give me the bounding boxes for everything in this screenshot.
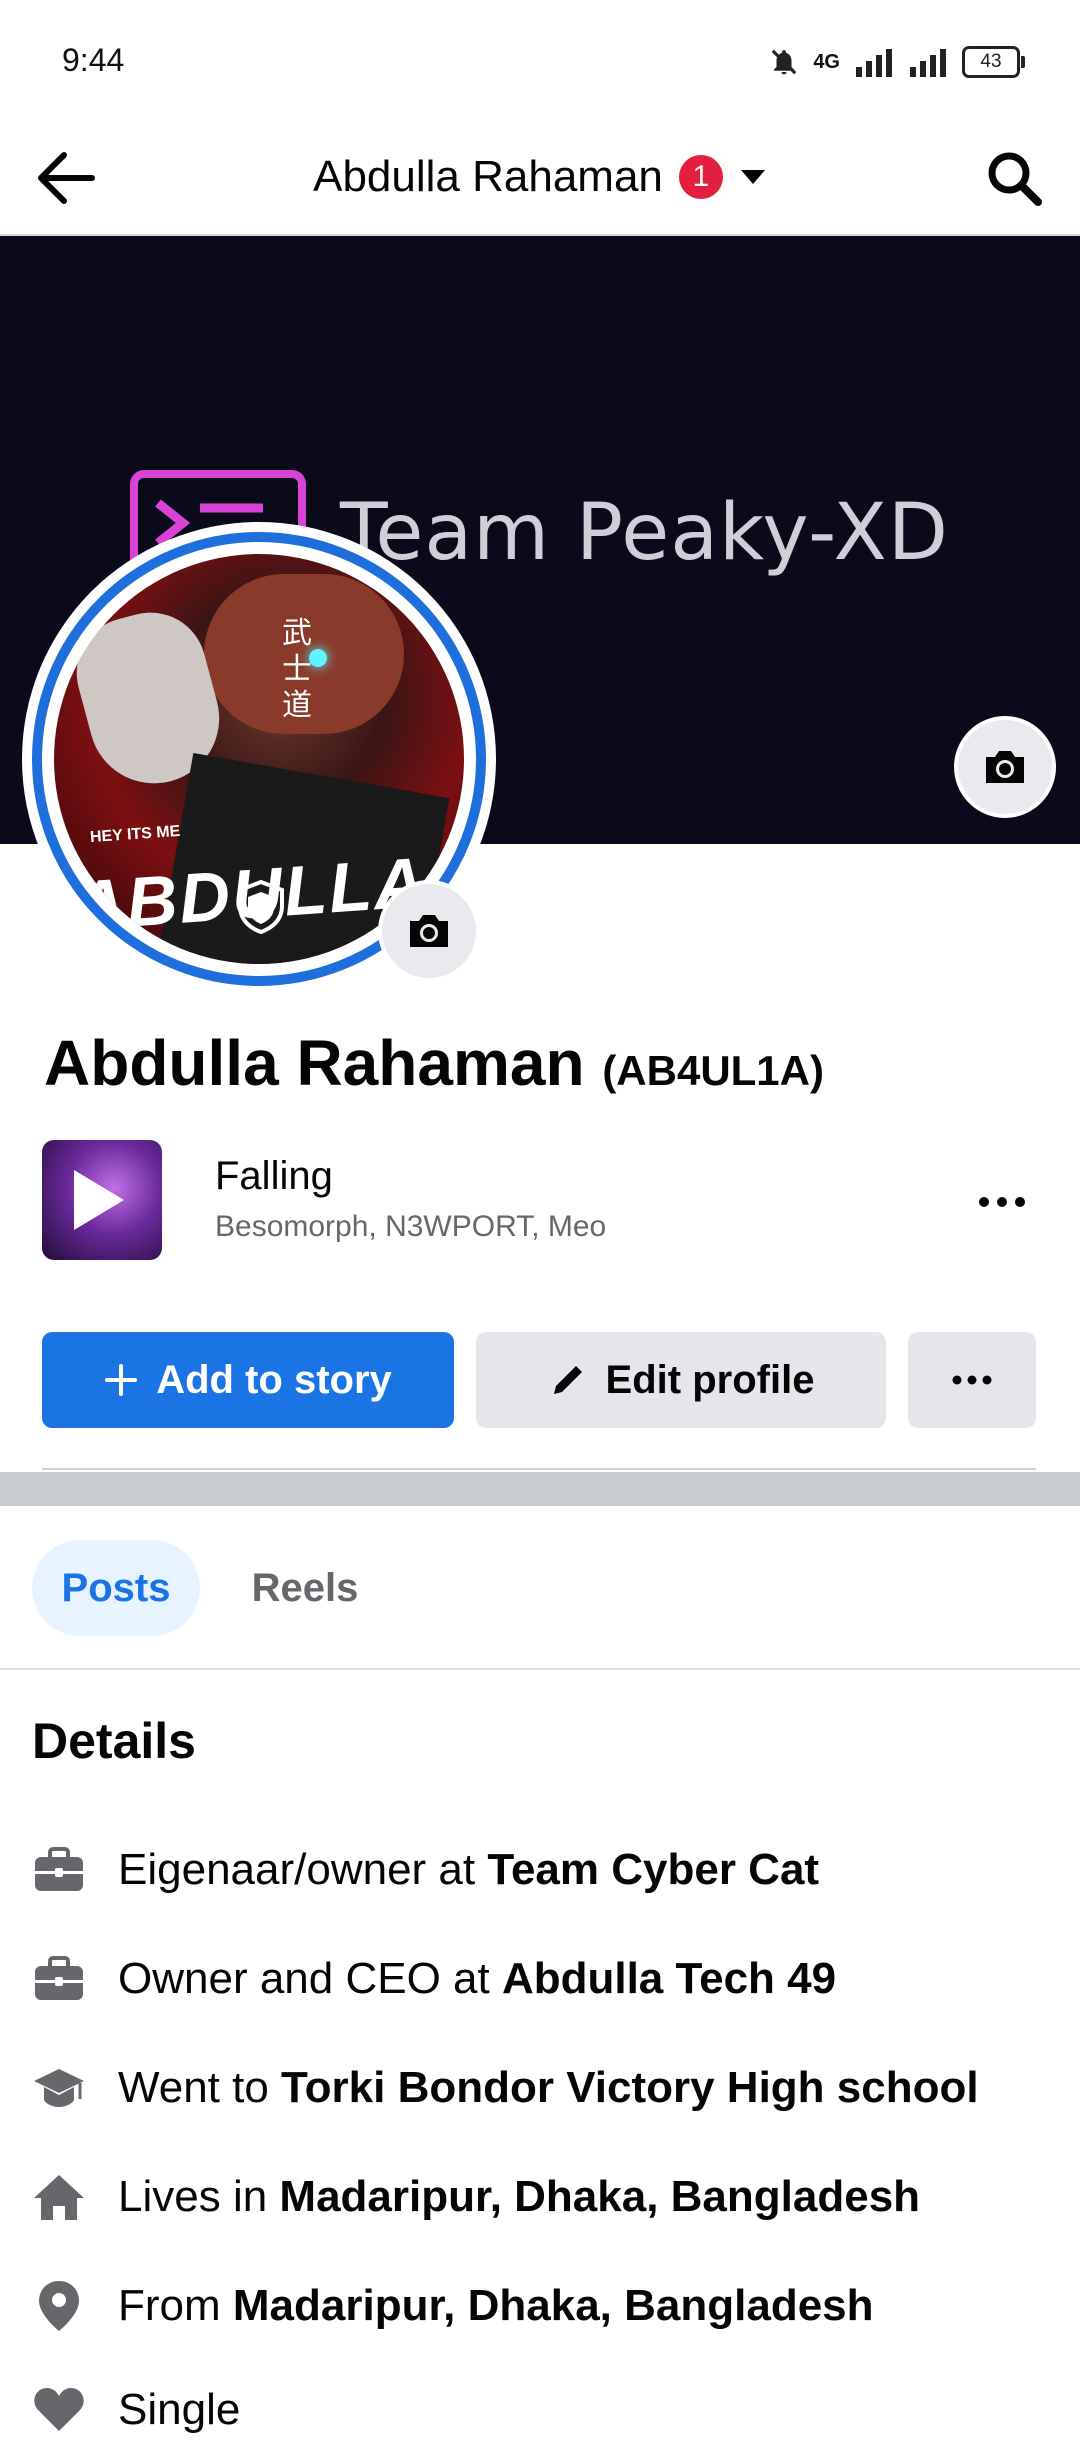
notification-badge: 1	[678, 155, 723, 199]
music-title[interactable]: Falling	[215, 1154, 333, 1199]
more-dots-icon	[952, 1375, 992, 1385]
play-icon	[74, 1170, 124, 1230]
location-pin-icon	[32, 2279, 86, 2333]
edit-profile-label: Edit profile	[605, 1357, 815, 1402]
search-icon	[988, 152, 1042, 206]
add-to-story-button[interactable]: Add to story	[42, 1332, 454, 1428]
more-options-button[interactable]	[908, 1332, 1036, 1428]
music-album-art[interactable]	[42, 1140, 162, 1260]
detail-work-2[interactable]: Owner and CEO at Abdulla Tech 49	[32, 1939, 1062, 2019]
detail-prefix: Single	[118, 2385, 241, 2434]
back-arrow-icon	[38, 152, 95, 204]
home-icon	[32, 2170, 86, 2224]
music-artist: Besomorph, N3WPORT, Meo	[215, 1210, 607, 1243]
camera-icon	[986, 751, 1024, 783]
music-more-button[interactable]	[970, 1170, 1034, 1234]
signal-icon-2	[910, 49, 946, 77]
search-button[interactable]	[976, 140, 1052, 216]
profile-name-text: Abdulla Rahaman	[44, 1027, 585, 1099]
pencil-icon	[553, 1366, 582, 1394]
avatar-camera-button[interactable]	[378, 880, 480, 982]
briefcase-icon	[32, 1843, 86, 1897]
detail-from[interactable]: From Madaripur, Dhaka, Bangladesh	[32, 2266, 1062, 2346]
bell-muted-icon	[771, 49, 797, 75]
caret-down-icon	[740, 170, 765, 184]
briefcase-icon	[32, 1952, 86, 2006]
signal-icon	[856, 49, 892, 77]
divider	[0, 1668, 1080, 1670]
profile-switcher[interactable]: Abdulla Rahaman 1	[0, 120, 1080, 234]
network-type: 4G	[813, 50, 840, 73]
status-icons: 4G 43	[769, 38, 1025, 86]
tab-reels[interactable]: Reels	[230, 1540, 380, 1636]
add-to-story-label: Add to story	[156, 1357, 392, 1402]
more-dots-icon	[979, 1197, 1025, 1207]
battery-icon: 43	[962, 46, 1025, 78]
graduation-cap-icon	[32, 2061, 86, 2115]
edit-profile-button[interactable]: Edit profile	[476, 1332, 886, 1428]
detail-value: Abdulla Tech 49	[501, 1954, 837, 2003]
shield-icon	[232, 878, 290, 936]
back-button[interactable]	[28, 140, 104, 216]
detail-prefix: From	[118, 2281, 233, 2330]
cover-text: Team Peaky-XD	[340, 488, 949, 578]
detail-value: Madaripur, Dhaka, Bangladesh	[232, 2281, 874, 2330]
detail-prefix: Lives in	[118, 2172, 280, 2221]
divider	[42, 1468, 1036, 1470]
profile-name: Abdulla Rahaman (AB4UL1A)	[44, 1026, 824, 1100]
battery-level: 43	[980, 51, 1002, 72]
nav-title: Abdulla Rahaman	[313, 152, 663, 201]
detail-prefix: Went to	[118, 2063, 282, 2112]
status-bar: 9:44 4G 43	[0, 0, 1080, 120]
detail-value: Madaripur, Dhaka, Bangladesh	[279, 2172, 921, 2221]
detail-prefix: Owner and CEO at	[118, 1954, 502, 2003]
detail-education[interactable]: Went to Torki Bondor Victory High school	[32, 2048, 1062, 2128]
heart-icon	[32, 2383, 86, 2437]
avatar-kanji: 武士道	[282, 617, 312, 722]
cover-camera-button[interactable]	[954, 716, 1056, 818]
detail-relationship[interactable]: Single	[32, 2370, 1062, 2450]
profile-alternate-name: (AB4UL1A)	[602, 1047, 824, 1094]
detail-value: Team Cyber Cat	[487, 1845, 820, 1894]
detail-value: Torki Bondor Victory High school	[281, 2063, 979, 2112]
section-separator	[0, 1472, 1080, 1506]
avatar-small-text: HEY ITS ME	[89, 822, 181, 847]
details-heading: Details	[32, 1713, 196, 1769]
detail-prefix: Eigenaar/owner at	[118, 1845, 488, 1894]
plus-icon	[105, 1364, 138, 1396]
camera-icon	[410, 915, 448, 947]
tab-posts[interactable]: Posts	[32, 1540, 200, 1636]
detail-work-1[interactable]: Eigenaar/owner at Team Cyber Cat	[32, 1830, 1062, 1910]
top-nav: Abdulla Rahaman 1	[0, 120, 1080, 236]
status-time: 9:44	[62, 42, 125, 78]
detail-lives-in[interactable]: Lives in Madaripur, Dhaka, Bangladesh	[32, 2157, 1062, 2237]
